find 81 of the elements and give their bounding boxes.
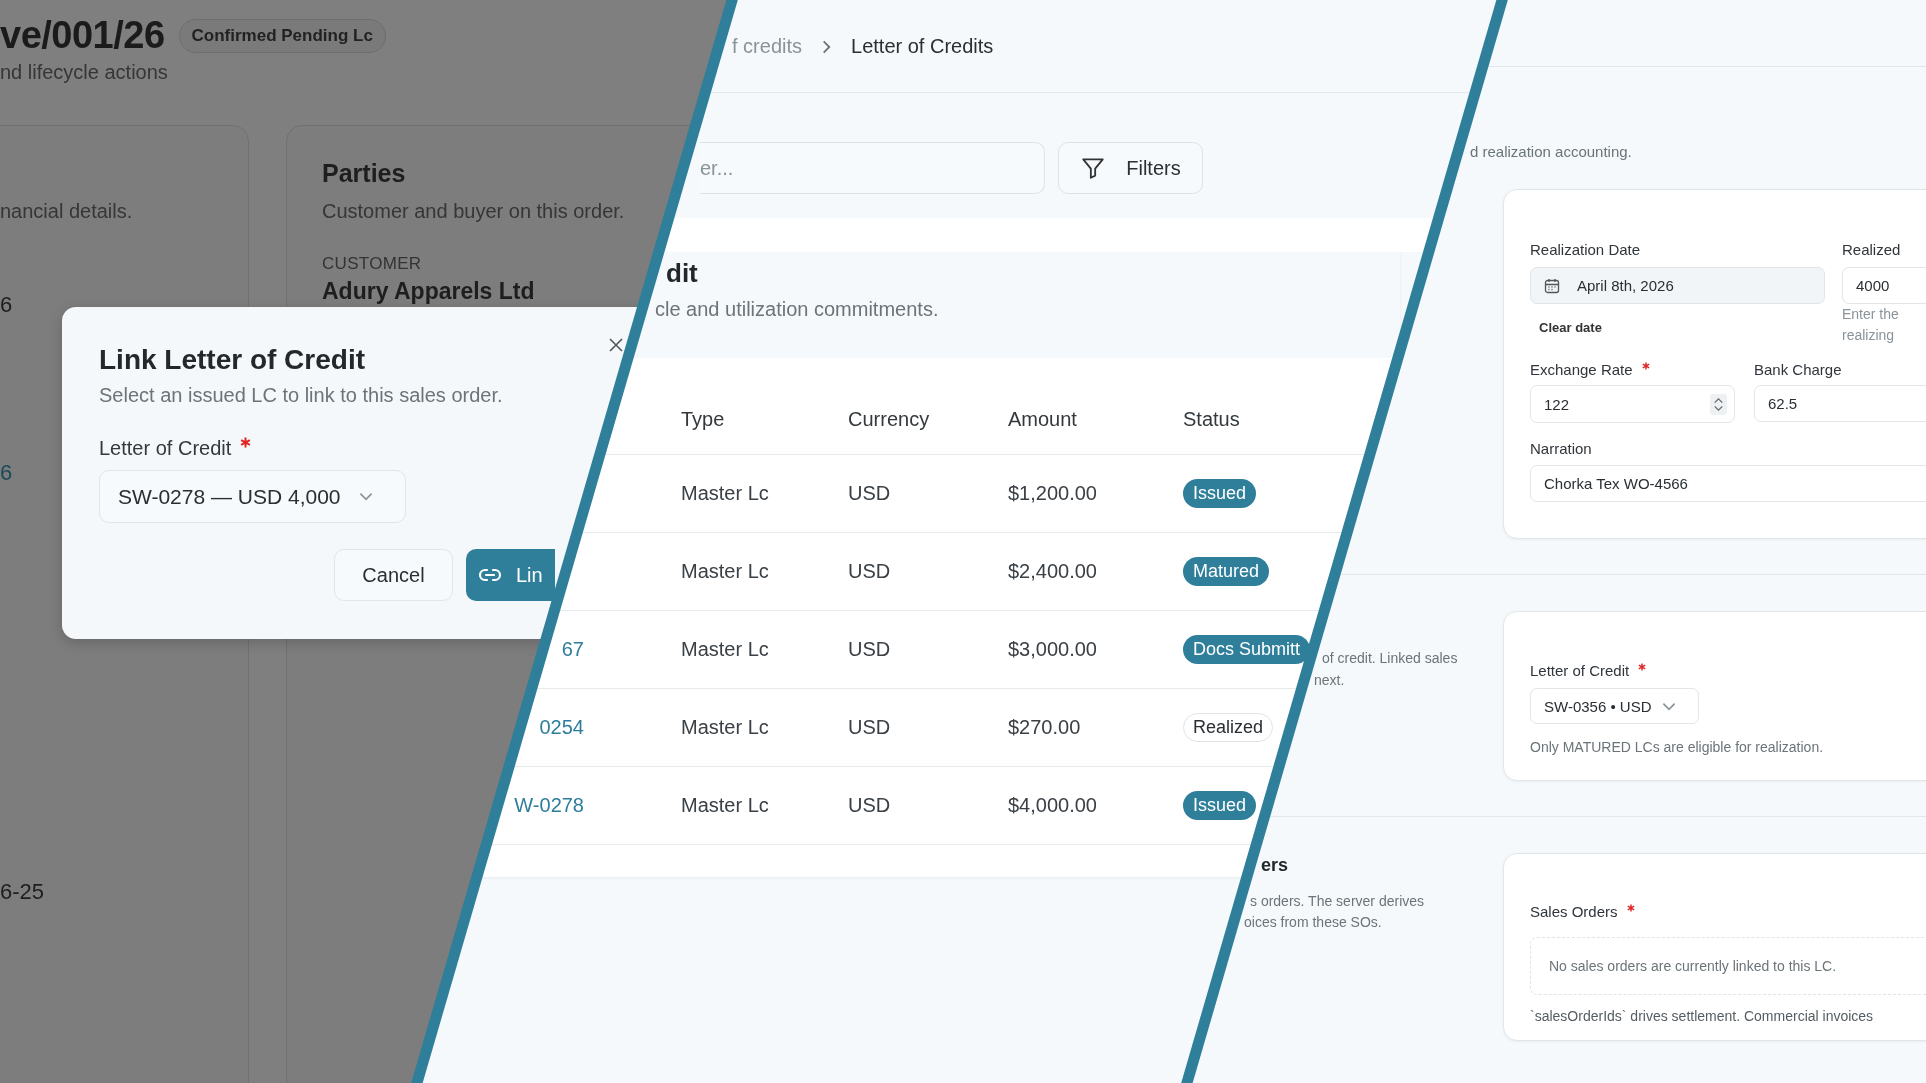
detail-value: 6: [0, 292, 13, 318]
helper-text: Enter the: [1842, 305, 1900, 324]
dialog-description: Select an issued LC to link to this sales order.: [99, 383, 503, 408]
column-header: Status: [1183, 384, 1400, 455]
table-cell: $4,000.00: [1008, 766, 1183, 845]
table-cell: $270.00: [1008, 688, 1183, 767]
table-cell: USD: [848, 766, 1008, 845]
section-title: ers: [1261, 855, 1289, 876]
card-title: Parties: [322, 159, 406, 188]
status-badge: Issued: [1183, 791, 1257, 820]
field-label: Letter of Credit: [99, 436, 232, 461]
section-description: d realization accounting.: [1470, 143, 1632, 160]
field-label: Exchange Rate: [1530, 360, 1633, 380]
table-cell: Master Lc: [681, 688, 848, 767]
detail-value: 6-25: [0, 879, 45, 905]
section-description: oices from these SOs.: [1244, 914, 1382, 930]
status-badge: Confirmed Pending Lc: [178, 18, 386, 53]
input-field[interactable]: Chorka Tex WO-4566: [1530, 465, 1926, 502]
chevron-down-icon: [1661, 701, 1676, 711]
card-description: Customer and buyer on this order.: [322, 200, 625, 223]
input-field[interactable]: 62.5: [1754, 385, 1926, 422]
field-label: CUSTOMER: [322, 254, 422, 274]
calendar-icon: [1544, 277, 1560, 294]
status-badge: Realized: [1183, 713, 1274, 742]
table-cell: USD: [848, 532, 1008, 611]
section-description: next.: [1314, 672, 1345, 688]
card-title: dit: [666, 258, 698, 289]
field-label: Letter of Credit: [1530, 661, 1630, 681]
field-label: Realized: [1842, 240, 1901, 260]
status-badge: Matured: [1183, 557, 1270, 586]
breadcrumb-current: Letter of Credits: [851, 35, 994, 58]
filters-button[interactable]: Filters: [1058, 142, 1203, 194]
helper-text: `salesOrderIds` drives settlement. Commercial invoices: [1530, 1007, 1875, 1026]
chevron-right-icon: [822, 39, 832, 54]
close-icon: [608, 337, 624, 353]
table-cell: $3,000.00: [1008, 610, 1183, 689]
empty-message: No sales orders are currently linked to this LC.: [1549, 958, 1837, 974]
search-field[interactable]: er...: [700, 142, 1045, 194]
date-field[interactable]: April 8th, 2026: [1530, 267, 1825, 304]
page-title: ve/001/26: [0, 14, 165, 57]
table-cell: $2,400.00: [1008, 532, 1183, 611]
table-cell: USD: [848, 688, 1008, 767]
field-label: Narration: [1530, 439, 1592, 459]
clear-date-link[interactable]: Clear date: [1539, 318, 1825, 338]
reference-link[interactable]: 0254: [539, 716, 584, 738]
select-field[interactable]: SW-0278 — USD 4,000: [99, 470, 406, 523]
table-cell: Master Lc: [681, 610, 848, 689]
helper-text: realizing: [1842, 326, 1896, 345]
chevron-down-icon: [358, 492, 373, 501]
field-label: Sales Orders: [1530, 902, 1618, 922]
column-header: Type: [681, 384, 848, 455]
table-cell: $1,200.00: [1008, 454, 1183, 533]
status-badge: Issued: [1183, 479, 1257, 508]
filter-icon: [1080, 155, 1107, 181]
column-header: Currency: [848, 384, 1008, 455]
link-button[interactable]: Lin: [466, 549, 555, 601]
card-description: nancial details.: [0, 200, 133, 223]
reference-link[interactable]: 67: [561, 638, 584, 660]
field-label: Realization Date: [1530, 240, 1641, 260]
input-field[interactable]: 4000: [1842, 267, 1926, 304]
table-cell: Master Lc: [681, 766, 848, 845]
helper-text: Only MATURED LCs are eligible for realization.: [1530, 738, 1825, 757]
table-cell: Master Lc: [681, 532, 848, 611]
column-header: Amount: [1008, 384, 1183, 455]
dialog-title: Link Letter of Credit: [99, 343, 365, 377]
customer-name: Adury Apparels Ltd: [322, 277, 535, 305]
page-subtitle: nd lifecycle actions: [0, 61, 168, 84]
section-description: of credit. Linked sales: [1322, 650, 1458, 666]
section-description: s orders. The server derives: [1250, 893, 1425, 909]
select-field[interactable]: SW-0356 • USD: [1530, 688, 1699, 724]
table-cell: USD: [848, 454, 1008, 533]
number-field[interactable]: 122: [1530, 385, 1735, 423]
table-cell: Master Lc: [681, 454, 848, 533]
table-cell: USD: [848, 610, 1008, 689]
field-label: Bank Charge: [1754, 360, 1842, 380]
close-button[interactable]: [608, 337, 624, 353]
reference-link[interactable]: W-0278: [514, 794, 584, 816]
status-badge: Docs Submitt: [1183, 635, 1311, 664]
cancel-button[interactable]: Cancel: [334, 549, 453, 601]
spinner-icon: [1710, 393, 1727, 415]
card-description: cle and utilization commitments.: [655, 298, 939, 321]
